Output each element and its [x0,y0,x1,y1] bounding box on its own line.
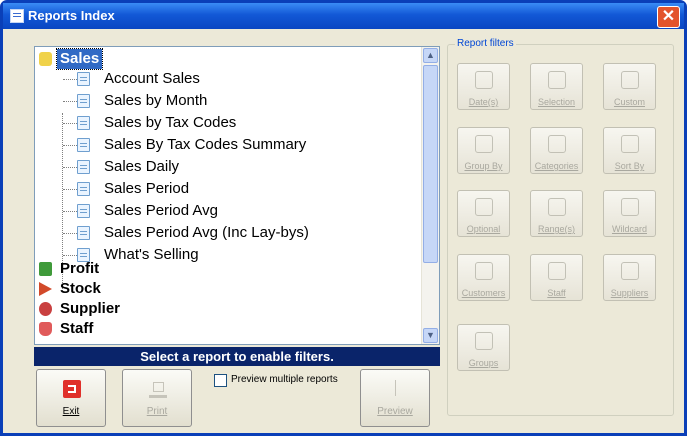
scroll-down-button[interactable]: ▼ [423,328,438,343]
print-button[interactable]: Print [122,369,192,427]
report-icon [77,182,90,196]
filter-label: Group By [464,161,503,171]
profit-icon [39,262,52,276]
tree-item-label: Sales Period Avg (Inc Lay-bys) [104,224,309,241]
tree-item-label: Sales By Tax Codes Summary [104,136,307,153]
filter-label: Suppliers [610,288,649,298]
tree-item-label: Sales Period [104,180,190,197]
status-bar: Select a report to enable filters. [34,347,440,366]
optional-icon [475,198,493,216]
filter-label: Groups [468,358,499,368]
title-bar: Reports Index ✕ [3,3,684,29]
stock-icon [39,282,52,296]
report-filters-title: Report filters [455,38,516,49]
filter-staff-button[interactable]: Staff [530,254,583,301]
tree-item-label: Sales by Month [104,92,208,109]
customers-icon [475,262,493,280]
filter-label: Range(s) [537,224,575,234]
filter-label: Custom [613,97,645,107]
filter-label: Optional [466,224,501,234]
sort-icon [621,135,639,153]
tree-scrollbar[interactable]: ▲ ▼ [421,47,439,344]
preview-label: Preview [377,406,413,417]
preview-icon [387,380,405,398]
preview-button[interactable]: Preview [360,369,430,427]
tree-category-label: Supplier [60,300,121,317]
filter-groups-button[interactable]: Groups [457,324,510,371]
range-icon [548,198,566,216]
filter-label: Date(s) [468,97,499,107]
filter-categories-button[interactable]: Categories [530,127,583,174]
filter-dates-button[interactable]: Date(s) [457,63,510,110]
tree-category-label: Staff [60,320,94,337]
sales-folder-icon [39,52,52,66]
filter-suppliers-button[interactable]: Suppliers [603,254,656,301]
suppliers-icon [621,262,639,280]
preview-multiple-checkbox[interactable] [214,374,227,387]
filter-wildcard-button[interactable]: Wildcard [603,190,656,237]
calendar-icon [475,71,493,89]
categories-icon [548,135,566,153]
tree-item-label: Sales Period Avg [104,202,218,219]
filter-custom-button[interactable]: Custom [603,63,656,110]
filter-customers-button[interactable]: Customers [457,254,510,301]
tree-category-label: Sales [55,48,104,70]
filter-label: Sort By [614,161,645,171]
scroll-thumb[interactable] [423,65,438,263]
report-icon [77,138,90,152]
filter-group-by-button[interactable]: Group By [457,127,510,174]
filter-optional-button[interactable]: Optional [457,190,510,237]
tree-item-label: Sales Daily [104,158,180,175]
exit-icon [63,380,81,398]
filter-label: Wildcard [611,224,647,234]
print-label: Print [146,406,168,417]
selection-icon [548,71,566,89]
filter-selection-button[interactable]: Selection [530,63,583,110]
filter-ranges-button[interactable]: Range(s) [530,190,583,237]
report-tree: Sales Account Sales Sales by Month Sales… [34,46,440,345]
staff-icon [39,322,52,336]
tree-item-label: Sales by Tax Codes [104,114,237,131]
window-title: Reports Index [28,8,115,23]
staff-filter-icon [548,262,566,280]
report-icon [77,204,90,218]
filter-label: Customers [461,288,506,298]
supplier-icon [39,302,52,316]
filter-label: Selection [537,97,576,107]
scroll-up-button[interactable]: ▲ [423,48,438,63]
exit-label: Exit [62,406,80,417]
preview-multiple-label: Preview multiple reports [231,374,338,385]
report-icon [77,72,90,86]
close-button[interactable]: ✕ [657,6,680,28]
filter-label: Staff [547,288,566,298]
report-icon [77,160,90,174]
tree-category-label: Stock [60,280,101,297]
window-icon [10,9,24,23]
printer-icon [149,380,167,398]
wildcard-icon [621,198,639,216]
tree-item-label: What's Selling [104,246,199,263]
filter-label: Categories [534,161,579,171]
filter-sort-by-button[interactable]: Sort By [603,127,656,174]
tree-item-label: Account Sales [104,70,200,87]
exit-button[interactable]: Exit [36,369,106,427]
report-icon [77,116,90,130]
groups-icon [475,332,493,350]
group-icon [475,135,493,153]
custom-icon [621,71,639,89]
report-icon [77,226,90,240]
report-icon [77,94,90,108]
tree-category-label: Profit [60,260,100,277]
